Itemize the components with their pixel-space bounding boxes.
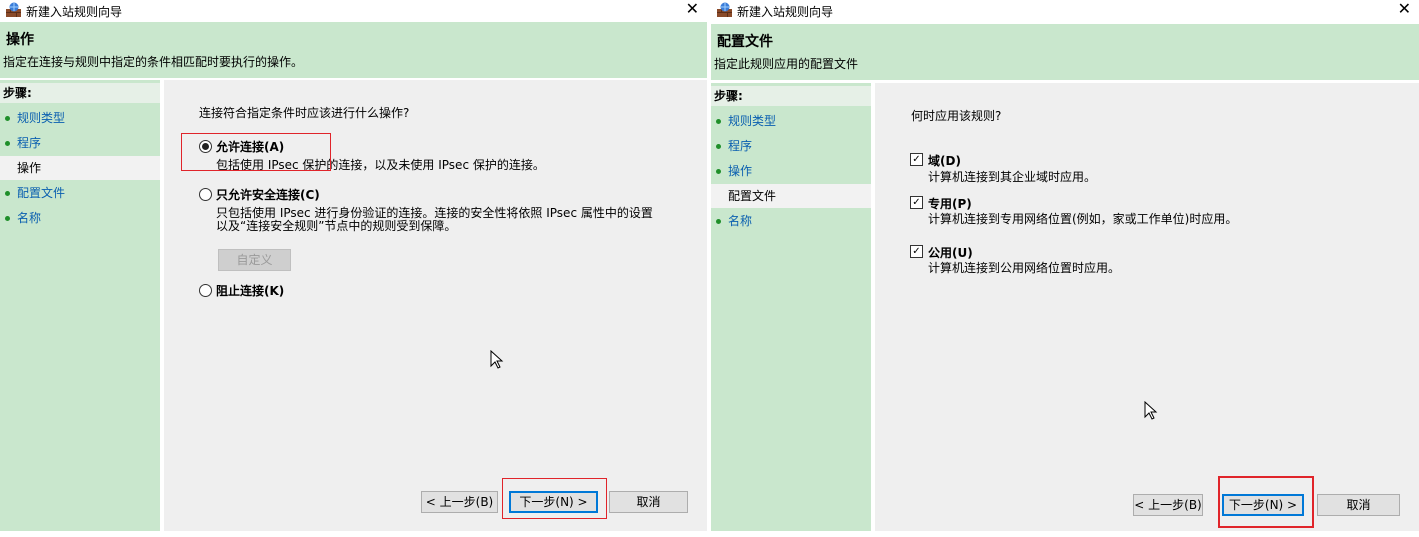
private-label[interactable]: 专用(P) xyxy=(928,195,972,212)
sidebar-item-program[interactable]: 程序 xyxy=(0,131,160,155)
public-label[interactable]: 公用(U) xyxy=(928,244,973,261)
private-desc: 计算机连接到专用网络位置(例如，家或工作单位)时应用。 xyxy=(928,212,1238,226)
public-checkbox[interactable]: ✓ xyxy=(910,245,923,258)
firewall-app-icon xyxy=(717,2,732,17)
sidebar-item-program[interactable]: 程序 xyxy=(711,134,871,158)
highlight-next-button xyxy=(502,478,607,519)
allow-secure-label[interactable]: 只允许安全连接(C) xyxy=(216,186,320,203)
domain-label[interactable]: 域(D) xyxy=(928,152,961,169)
steps-sidebar: 步骤: 规则类型 程序 操作 配置文件 名称 xyxy=(711,83,871,531)
back-button[interactable]: < 上一步(B) xyxy=(1133,494,1203,516)
page-subtitle: 指定此规则应用的配置文件 xyxy=(714,57,859,71)
close-icon[interactable]: ✕ xyxy=(1398,0,1411,18)
sidebar-item-name[interactable]: 名称 xyxy=(0,206,160,230)
steps-label: 步骤: xyxy=(0,83,160,103)
mouse-cursor-icon xyxy=(490,350,504,369)
sidebar-item-label: 配置文件 xyxy=(17,186,66,200)
bullet-icon xyxy=(716,219,721,224)
customize-button[interactable]: 自定义 xyxy=(218,249,291,271)
page-subtitle: 指定在连接与规则中指定的条件相匹配时要执行的操作。 xyxy=(3,55,304,69)
sidebar-item-label: 名称 xyxy=(728,214,753,228)
cancel-button[interactable]: 取消 xyxy=(609,491,688,513)
sidebar-item-label: 操作 xyxy=(728,164,753,178)
cancel-button[interactable]: 取消 xyxy=(1317,494,1400,516)
window-title: 新建入站规则向导 xyxy=(26,5,123,19)
firewall-app-icon xyxy=(6,2,21,17)
content-panel: 何时应用该规则? ✓ 域(D) 计算机连接到其企业域时应用。 ✓ 专用(P) 计… xyxy=(875,83,1419,531)
title-bar: 新建入站规则向导 ✕ xyxy=(711,0,1419,22)
mouse-cursor-icon xyxy=(1144,401,1158,420)
back-button[interactable]: < 上一步(B) xyxy=(421,491,498,513)
allow-secure-radio[interactable] xyxy=(199,188,212,201)
sidebar-item-label: 名称 xyxy=(17,211,42,225)
sidebar-item-label: 规则类型 xyxy=(728,114,777,128)
close-icon[interactable]: ✕ xyxy=(686,0,699,18)
wizard-window-action: 新建入站规则向导 ✕ 操作 指定在连接与规则中指定的条件相匹配时要执行的操作。 … xyxy=(0,0,707,537)
bullet-icon xyxy=(716,169,721,174)
action-question: 连接符合指定条件时应该进行什么操作? xyxy=(199,106,410,120)
sidebar-item-rule-type[interactable]: 规则类型 xyxy=(0,106,160,130)
private-checkbox[interactable]: ✓ xyxy=(910,196,923,209)
sidebar-item-label: 配置文件 xyxy=(728,189,777,203)
sidebar-item-action[interactable]: 操作 xyxy=(0,156,160,180)
title-bar: 新建入站规则向导 ✕ xyxy=(0,0,707,22)
bullet-icon xyxy=(5,116,10,121)
sidebar-item-name[interactable]: 名称 xyxy=(711,209,871,233)
sidebar-item-label: 操作 xyxy=(17,161,42,175)
sidebar-item-label: 程序 xyxy=(728,139,753,153)
sidebar-item-profile[interactable]: 配置文件 xyxy=(711,184,871,208)
sidebar-item-action[interactable]: 操作 xyxy=(711,159,871,183)
allow-secure-desc: 只包括使用 IPsec 进行身份验证的连接。连接的安全性将依照 IPsec 属性… xyxy=(216,206,653,233)
profile-question: 何时应用该规则? xyxy=(911,109,1002,123)
bullet-icon xyxy=(5,216,10,221)
highlight-allow-option xyxy=(181,133,331,171)
domain-checkbox[interactable]: ✓ xyxy=(910,153,923,166)
steps-sidebar: 步骤: 规则类型 程序 操作 配置文件 名称 xyxy=(0,80,160,531)
highlight-next-button xyxy=(1218,476,1314,528)
window-title: 新建入站规则向导 xyxy=(737,5,834,19)
sidebar-item-rule-type[interactable]: 规则类型 xyxy=(711,109,871,133)
page-title: 配置文件 xyxy=(717,34,773,50)
steps-label: 步骤: xyxy=(711,86,871,106)
block-connection-label[interactable]: 阻止连接(K) xyxy=(216,282,284,299)
page-header: 配置文件 指定此规则应用的配置文件 xyxy=(711,24,1419,80)
page-title: 操作 xyxy=(6,32,34,48)
public-desc: 计算机连接到公用网络位置时应用。 xyxy=(928,261,1121,275)
bullet-icon xyxy=(5,191,10,196)
sidebar-item-label: 规则类型 xyxy=(17,111,66,125)
bullet-icon xyxy=(716,119,721,124)
domain-desc: 计算机连接到其企业域时应用。 xyxy=(928,170,1097,184)
wizard-window-profile: 新建入站规则向导 ✕ 配置文件 指定此规则应用的配置文件 步骤: 规则类型 程序… xyxy=(711,0,1419,537)
block-connection-radio[interactable] xyxy=(199,284,212,297)
sidebar-item-profile[interactable]: 配置文件 xyxy=(0,181,160,205)
sidebar-item-label: 程序 xyxy=(17,136,42,150)
bullet-icon xyxy=(716,144,721,149)
page-header: 操作 指定在连接与规则中指定的条件相匹配时要执行的操作。 xyxy=(0,22,707,78)
bullet-icon xyxy=(5,141,10,146)
